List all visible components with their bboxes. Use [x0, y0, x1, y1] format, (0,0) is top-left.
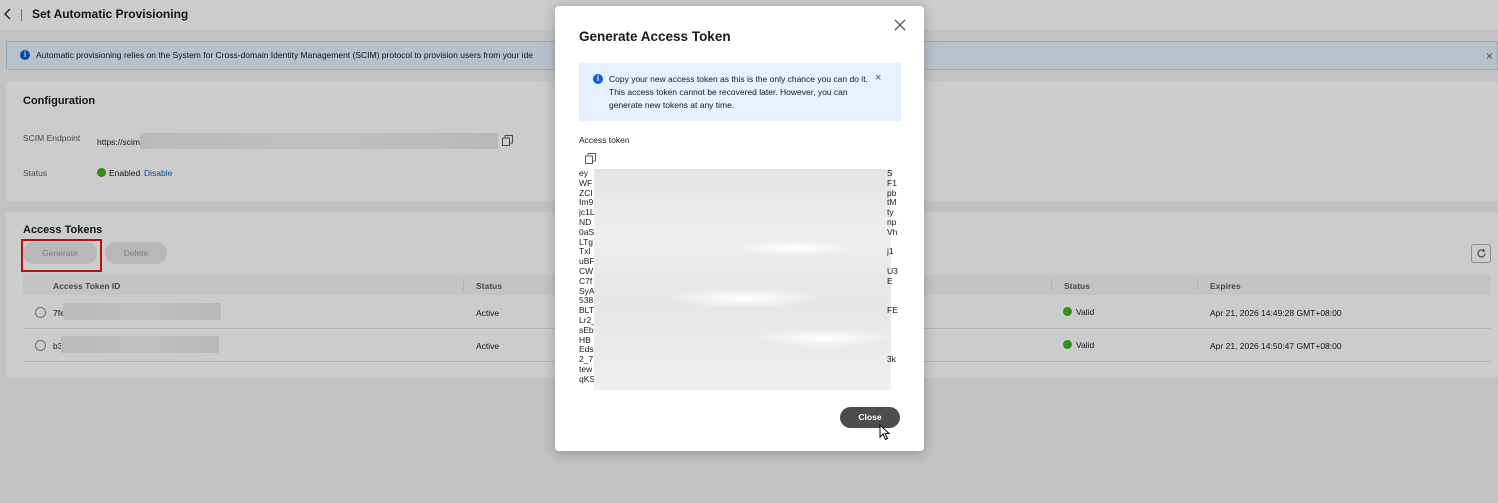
token-line-fragment: [887, 365, 901, 375]
generate-token-dialog: Generate Access Token i Copy your new ac…: [555, 6, 924, 451]
access-token-label: Access token: [579, 135, 630, 145]
mouse-cursor-icon: [879, 424, 891, 441]
token-line-fragment: j1: [887, 246, 894, 257]
token-line-fragment: FE: [887, 305, 898, 316]
close-button[interactable]: Close: [840, 407, 900, 428]
info-icon: i: [593, 74, 603, 84]
token-line-fragment: [887, 326, 901, 336]
token-line-fragment: 3k: [887, 354, 896, 365]
token-line-fragment: [887, 375, 901, 385]
token-line-fragment: [887, 336, 901, 346]
copy-icon[interactable]: [585, 153, 596, 164]
token-line-fragment: [887, 316, 901, 326]
token-right-fragments: S F1 pb tM ty np Vh j1 U3 E FE 3k: [887, 169, 901, 385]
token-line-fragment: Vh: [887, 226, 898, 237]
redacted-token: [594, 169, 891, 390]
token-line-fragment: E: [887, 275, 893, 286]
access-token-value: ey WF ZCI Im9 jc1L ND 0aS LTg Txl uBF CW C7f SyA 538 B…: [579, 169, 901, 391]
close-icon[interactable]: ×: [875, 72, 881, 84]
token-notice: i Copy your new access token as this is …: [579, 63, 901, 121]
close-icon[interactable]: [892, 17, 908, 33]
notice-text: Copy your new access token as this is th…: [609, 74, 868, 110]
token-line-fragment: [887, 287, 901, 297]
dialog-title: Generate Access Token: [579, 29, 731, 44]
